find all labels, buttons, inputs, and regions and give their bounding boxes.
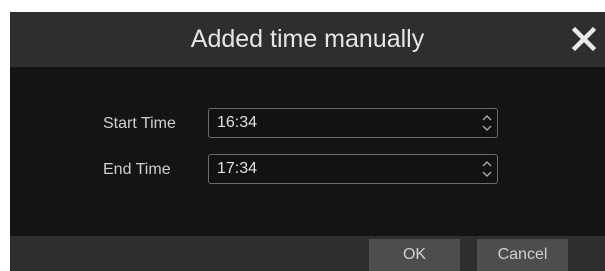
start-time-value: 16:34: [217, 114, 258, 131]
spinner-icon[interactable]: [481, 159, 493, 179]
end-time-value: 17:34: [217, 160, 258, 177]
end-time-input[interactable]: 17:34: [208, 154, 498, 184]
cancel-button[interactable]: Cancel: [477, 239, 568, 271]
ok-button[interactable]: OK: [369, 239, 460, 271]
dialog-footer: OK Cancel: [10, 236, 605, 271]
start-time-input[interactable]: 16:34: [208, 108, 498, 138]
end-time-label: End Time: [103, 161, 171, 178]
spinner-icon[interactable]: [481, 113, 493, 133]
dialog-titlebar: Added time manually: [10, 12, 605, 67]
close-icon[interactable]: [571, 26, 597, 52]
dialog-title: Added time manually: [190, 25, 425, 53]
time-dialog: Added time manually Start Time 16:34 End…: [10, 12, 605, 271]
start-time-label: Start Time: [103, 115, 176, 132]
